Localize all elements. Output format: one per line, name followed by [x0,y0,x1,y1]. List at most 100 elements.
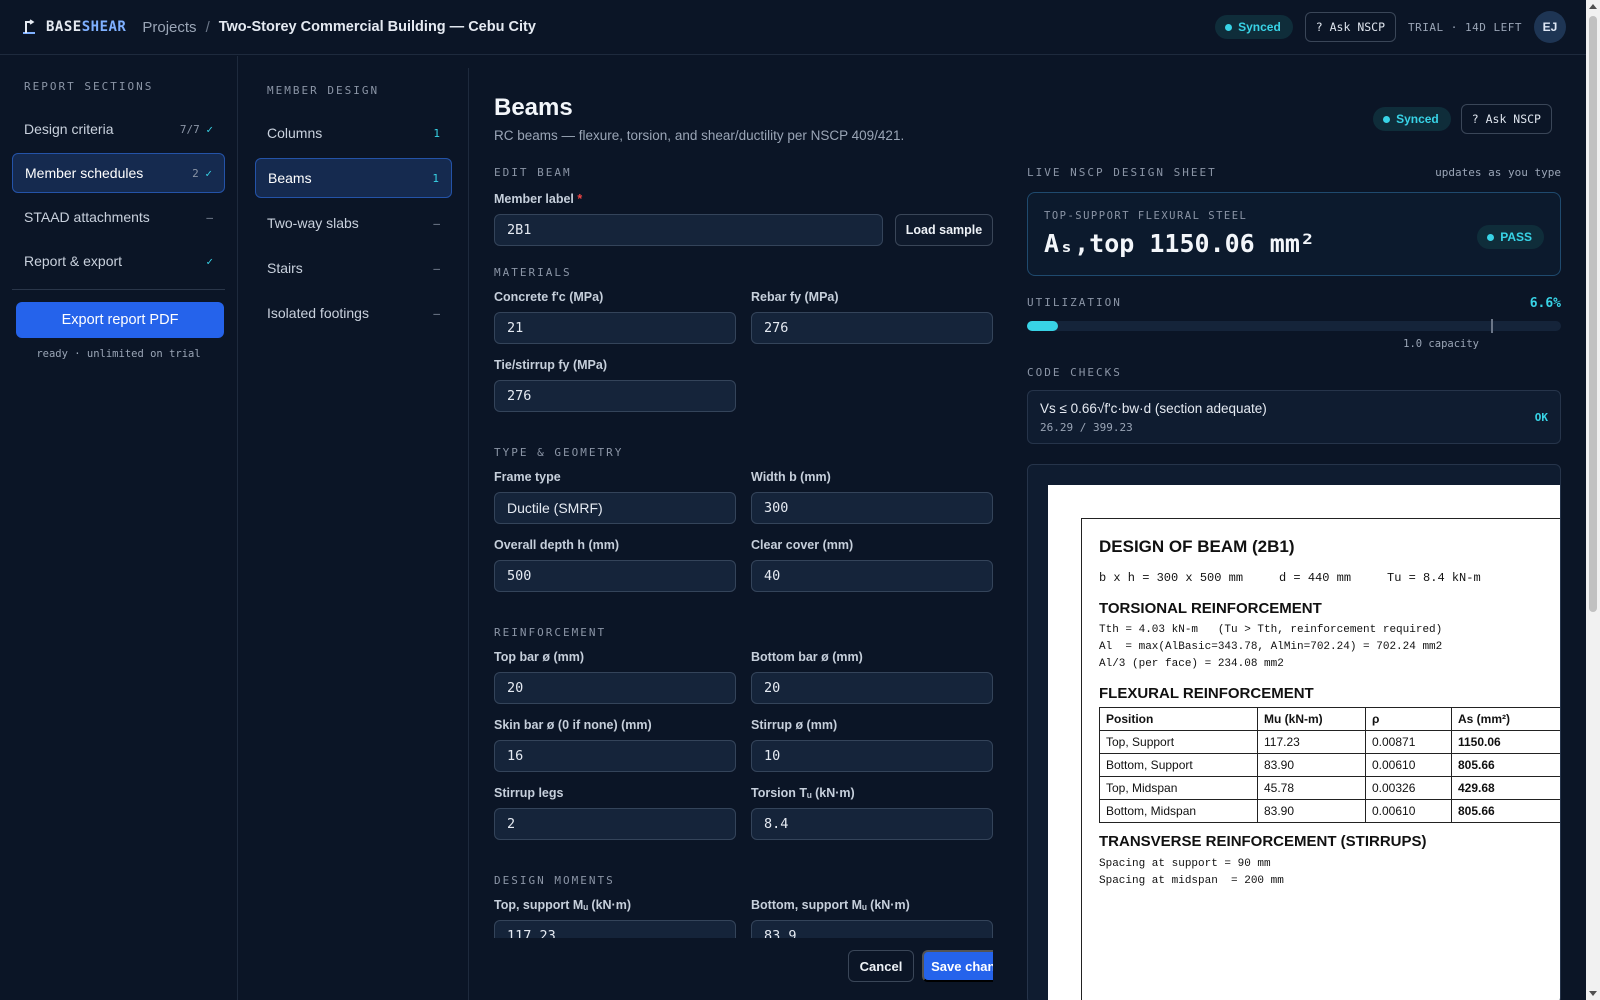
result-value: Aₛ,top 1150.06 mm² [1044,229,1315,258]
member-label-input[interactable]: 2B1 [494,214,883,246]
fy-input[interactable]: 276 [751,312,993,344]
sheet-preview[interactable]: DESIGN OF BEAM (2B1) b x h = 300 x 500 m… [1027,464,1561,1000]
table-cell: Bottom, Midspan [1099,799,1258,823]
table-cell: 0.00610 [1365,799,1452,823]
sidebar-item-meta: – [206,210,213,224]
skin-bar-input[interactable]: 16 [494,740,736,772]
table-cell: 429.68 [1451,776,1560,800]
width-input[interactable]: 300 [751,492,993,524]
sidebar-item-member-schedules[interactable]: Member schedules 2 ✓ [12,153,225,193]
table-cell: 83.90 [1257,753,1366,777]
member-item-label: Two-way slabs [267,215,359,231]
cancel-button[interactable]: Cancel [848,950,914,982]
page-title: Beams [494,94,573,121]
fc-input[interactable]: 21 [494,312,736,344]
section-heading: EDIT BEAM [494,166,572,179]
table-cell: Top, Midspan [1099,776,1258,800]
table-header: ρ [1365,707,1452,731]
sidebar-heading: REPORT SECTIONS [24,80,154,93]
sidebar-item-design-criteria[interactable]: Design criteria 7/7 ✓ [12,109,225,149]
fc-label: Concrete f'c (MPa) [494,290,604,304]
edit-beam-form: EDIT BEAM Member label * 2B1 Load sample… [494,166,993,998]
table-cell: 83.90 [1257,799,1366,823]
sheet-paper: DESIGN OF BEAM (2B1) b x h = 300 x 500 m… [1048,485,1560,1000]
scroll-down-icon[interactable] [1589,991,1597,996]
scrollbar-thumb[interactable] [1589,16,1597,612]
torsion-input[interactable]: 8.4 [751,808,993,840]
table-row: Bottom, Midspan 83.90 0.00610 805.66 [1099,799,1560,823]
section-heading: MATERIALS [494,266,572,279]
sheet-note: updates as you type [1435,166,1561,179]
member-design-heading: MEMBER DESIGN [267,84,380,97]
sync-status-badge: Synced [1215,15,1293,39]
top-moment-label: Top, support Mᵤ (kN·m) [494,898,631,912]
sidebar-item-report-export[interactable]: Report & export ✓ [12,241,225,281]
page-scrollbar[interactable] [1586,0,1600,1000]
check-icon: ✓ [206,122,213,136]
report-sections-sidebar: REPORT SECTIONS Design criteria 7/7 ✓ Me… [0,56,238,1000]
member-item-beams[interactable]: Beams 1 [255,158,452,198]
ask-nscp-button[interactable]: ? Ask NSCP [1460,104,1552,134]
depth-input[interactable]: 500 [494,560,736,592]
table-header: Mu (kN-m) [1257,707,1366,731]
section-heading: DESIGN MOMENTS [494,874,615,887]
section-heading: TYPE & GEOMETRY [494,446,624,459]
member-design-nav: MEMBER DESIGN Columns 1 Beams 1 Two-way sl… [239,68,469,1000]
sheet-line: Spacing at support = 90 mm [1099,858,1271,870]
ask-nscp-button[interactable]: ? Ask NSCP [1304,12,1397,42]
utilization-percent: 6.6% [1529,296,1561,311]
table-cell: 117.23 [1257,730,1366,754]
cover-label: Clear cover (mm) [751,538,854,552]
brand-logo[interactable]: BASESHEAR [20,18,126,36]
cover-input[interactable]: 40 [751,560,993,592]
breadcrumb-projects[interactable]: Projects [142,19,196,36]
frame-type-select[interactable]: Ductile (SMRF) [494,492,736,524]
export-status-note: ready · unlimited on trial [36,348,201,360]
table-cell: 805.66 [1451,799,1560,823]
sidebar-item-meta: 7/7 ✓ [179,122,213,136]
main-content: Beams RC beams — flexure, torsion, and s… [470,56,1586,1000]
check-icon: ✓ [206,254,213,268]
load-sample-button[interactable]: Load sample [895,214,993,246]
frame-type-label: Frame type [494,470,561,484]
member-item-isolated-footings[interactable]: Isolated footings – [255,293,452,333]
sheet-line: Spacing at midspan = 200 mm [1099,875,1284,887]
skin-bar-label: Skin bar ø (0 if none) (mm) [494,718,652,732]
sheet-line: Al = max(AlBasic=343.78, AlMin=702.24) =… [1099,641,1443,653]
result-card: TOP-SUPPORT FLEXURAL STEEL Aₛ,top 1150.0… [1027,192,1561,276]
sheet-content: DESIGN OF BEAM (2B1) b x h = 300 x 500 m… [1081,518,1560,1000]
top-bar: BASESHEAR Projects / Two-Storey Commerci… [0,0,1586,55]
depth-label: Overall depth h (mm) [494,538,620,552]
member-count: – [433,261,440,275]
check-title: Vs ≤ 0.66√f'c·bw·d (section adequate) [1040,401,1267,416]
table-cell: 0.00326 [1365,776,1452,800]
trial-status: TRIAL · 14D LEFT [1408,20,1522,34]
scroll-up-icon[interactable] [1589,4,1597,9]
page-subtitle: RC beams — flexure, torsion, and shear/d… [494,128,905,143]
save-button[interactable]: Save changes [922,950,993,982]
bottom-bar-input[interactable]: 20 [751,672,993,704]
sidebar-item-staad-attachments[interactable]: STAAD attachments – [12,197,225,237]
utilization-fill [1027,321,1058,331]
member-item-label: Isolated footings [267,305,369,321]
sheet-transverse-heading: TRANSVERSE REINFORCEMENT (STIRRUPS) [1099,833,1427,850]
member-item-two-way-slabs[interactable]: Two-way slabs – [255,203,452,243]
project-title: Two-Storey Commercial Building — Cebu Ci… [218,19,536,35]
sheet-flexural-heading: FLEXURAL REINFORCEMENT [1099,685,1314,702]
member-item-label: Columns [267,125,323,141]
stirrup-legs-input[interactable]: 2 [494,808,736,840]
member-item-stairs[interactable]: Stairs – [255,248,452,288]
fyt-input[interactable]: 276 [494,380,736,412]
export-report-button[interactable]: Export report PDF [16,302,224,338]
stirrup-input[interactable]: 10 [751,740,993,772]
member-item-label: Beams [268,170,312,186]
table-cell: 0.00610 [1365,753,1452,777]
sheet-line: Tth = 4.03 kN-m (Tu > Tth, reinforcement… [1099,624,1443,636]
top-bar-input[interactable]: 20 [494,672,736,704]
table-cell: 0.00871 [1365,730,1452,754]
sheet-line: Al/3 (per face) = 234.08 mm2 [1099,658,1284,670]
member-item-columns[interactable]: Columns 1 [255,113,452,153]
avatar[interactable]: EJ [1534,11,1566,43]
section-heading: CODE CHECKS [1027,366,1122,379]
bottom-moment-label: Bottom, support Mᵤ (kN·m) [751,898,910,912]
